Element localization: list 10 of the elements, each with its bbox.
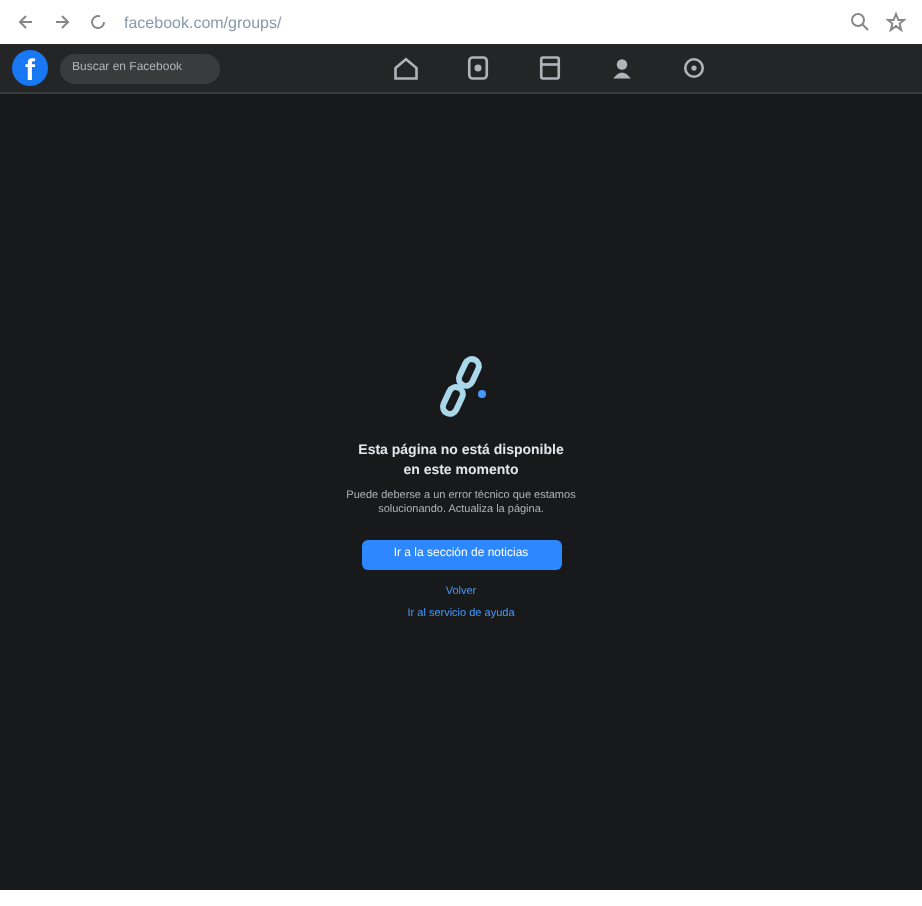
store-icon[interactable]: [536, 54, 564, 82]
search-icon[interactable]: [850, 12, 870, 32]
video-icon[interactable]: [464, 54, 492, 82]
back-icon[interactable]: [16, 12, 36, 32]
star-icon[interactable]: [886, 12, 906, 32]
home-icon[interactable]: [392, 54, 420, 82]
forward-icon[interactable]: [52, 12, 72, 32]
logo[interactable]: f: [12, 50, 48, 86]
reload-icon[interactable]: [88, 12, 108, 32]
address-bar[interactable]: facebook.com/groups/: [124, 13, 834, 31]
